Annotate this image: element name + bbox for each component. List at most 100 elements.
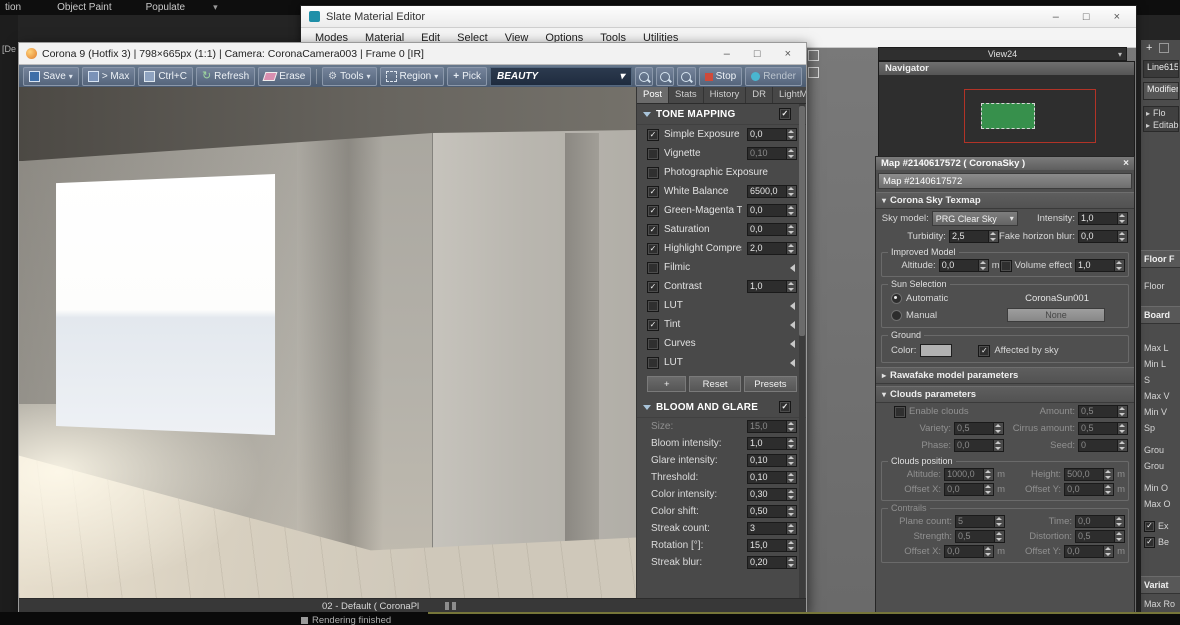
pick-button[interactable]: +Pick — [447, 67, 487, 86]
checkbox[interactable]: ✓ — [647, 186, 659, 198]
expand-left-icon[interactable] — [790, 321, 795, 329]
expand-icon[interactable]: ▸ — [1146, 121, 1150, 130]
expand-left-icon[interactable] — [790, 264, 795, 272]
spinner-arrows-icon[interactable] — [1104, 483, 1114, 496]
refresh-button[interactable]: ↻Refresh — [196, 67, 255, 86]
automatic-radio[interactable] — [891, 293, 902, 304]
checkbox[interactable]: ✓ — [647, 281, 659, 293]
spinner-arrows-icon[interactable] — [1104, 545, 1114, 558]
spinner-arrows-icon[interactable] — [787, 128, 797, 141]
spinner-arrows-icon[interactable] — [787, 471, 797, 484]
checkbox[interactable] — [647, 262, 659, 274]
spinner-arrows-icon[interactable] — [787, 223, 797, 236]
tab-stats[interactable]: Stats — [669, 87, 704, 103]
spinner-arrows-icon[interactable] — [787, 454, 797, 467]
spinner[interactable]: 0,5 — [1078, 422, 1128, 435]
spinner-arrows-icon[interactable] — [787, 556, 797, 569]
tab-dr[interactable]: DR — [746, 87, 773, 103]
spinner[interactable]: 0,0 — [939, 259, 989, 272]
slate-view-icon[interactable] — [808, 67, 819, 78]
spinner[interactable]: 1,0 — [1078, 212, 1128, 225]
spinner[interactable]: 2,0 — [747, 242, 797, 255]
spinner[interactable]: 0,0 — [944, 545, 994, 558]
erase-button[interactable]: Erase — [258, 67, 311, 86]
save-button[interactable]: Save▾ — [23, 67, 79, 86]
spinner[interactable]: 15,0 — [747, 420, 797, 433]
ground-color-swatch[interactable] — [920, 344, 952, 357]
spinner-arrows-icon[interactable] — [995, 515, 1005, 528]
render-viewport[interactable] — [19, 87, 636, 599]
spinner-arrows-icon[interactable] — [995, 530, 1005, 543]
spinner-arrows-icon[interactable] — [787, 539, 797, 552]
spinner[interactable]: 0,5 — [955, 530, 1005, 543]
tab-history[interactable]: History — [704, 87, 747, 103]
manual-radio[interactable] — [891, 310, 902, 321]
spinner[interactable]: 0,10 — [747, 454, 797, 467]
checkbox[interactable] — [647, 148, 659, 160]
rollout-clouds-parameters[interactable]: ▾ Clouds parameters — [876, 386, 1134, 403]
spinner-arrows-icon[interactable] — [787, 505, 797, 518]
spinner-arrows-icon[interactable] — [1118, 405, 1128, 418]
spinner-arrows-icon[interactable] — [1118, 212, 1128, 225]
checkbox[interactable]: ✓ — [647, 243, 659, 255]
tone-mapping-header[interactable]: TONE MAPPING ✓ — [637, 104, 806, 125]
spinner[interactable]: 0,0 — [954, 439, 1004, 452]
spinner-arrows-icon[interactable] — [1115, 515, 1125, 528]
navigator-header[interactable]: Navigator — [879, 62, 1134, 75]
expand-icon[interactable]: ▸ — [1146, 109, 1150, 118]
slate-title-bar[interactable]: Slate Material Editor – □ × — [301, 6, 1136, 28]
spinner-arrows-icon[interactable] — [787, 185, 797, 198]
spinner-arrows-icon[interactable] — [1118, 439, 1128, 452]
spinner-arrows-icon[interactable] — [787, 147, 797, 160]
spinner-arrows-icon[interactable] — [1104, 468, 1114, 481]
tab-post[interactable]: Post — [637, 87, 669, 103]
close-icon[interactable]: × — [1123, 158, 1129, 169]
close-button[interactable]: × — [785, 48, 791, 60]
map-panel-title-bar[interactable]: Map #2140617572 ( CoronaSky ) × — [876, 157, 1134, 170]
render-element-dropdown[interactable]: BEAUTY▾ — [490, 67, 632, 86]
spinner-arrows-icon[interactable] — [1115, 259, 1125, 272]
spinner[interactable]: 0,0 — [1064, 545, 1114, 558]
spinner-arrows-icon[interactable] — [979, 259, 989, 272]
add-operator-button[interactable]: + — [647, 376, 686, 392]
spinner[interactable]: 0,10 — [747, 471, 797, 484]
spinner-arrows-icon[interactable] — [787, 522, 797, 535]
maximize-button[interactable]: □ — [1083, 11, 1090, 23]
spinner[interactable]: 2,5 — [949, 230, 999, 243]
checkbox[interactable]: ✓ — [647, 205, 659, 217]
spinner[interactable]: 500,0 — [1064, 468, 1114, 481]
map-name-field[interactable]: Map #2140617572 — [878, 173, 1132, 189]
rollout-header[interactable]: Floor F — [1141, 250, 1180, 268]
navigator-node-thumbnail[interactable] — [981, 103, 1035, 129]
affected-by-sky-checkbox[interactable]: ✓ — [978, 345, 990, 357]
rollout-header[interactable]: Variat — [1141, 576, 1180, 594]
region-button[interactable]: Region▾ — [380, 67, 445, 86]
slate-view-dropdown[interactable]: View24 ▾ — [878, 47, 1127, 61]
sky-model-dropdown[interactable]: PRG Clear Sky▾ — [932, 211, 1018, 226]
spinner-arrows-icon[interactable] — [984, 483, 994, 496]
spinner[interactable]: 5 — [955, 515, 1005, 528]
spinner[interactable]: 0,0 — [747, 128, 797, 141]
ribbon-tab-object-paint[interactable]: Object Paint — [57, 2, 111, 13]
spinner-arrows-icon[interactable] — [989, 230, 999, 243]
enable-clouds-checkbox[interactable] — [894, 406, 906, 418]
ribbon-collapse-icon[interactable]: ▾ — [213, 2, 218, 13]
checkbox[interactable] — [647, 167, 659, 179]
add-panel-icon[interactable]: + — [1146, 42, 1152, 54]
checkbox[interactable] — [647, 357, 659, 369]
spinner-arrows-icon[interactable] — [787, 420, 797, 433]
spinner[interactable]: 0,0 — [747, 204, 797, 217]
spinner[interactable]: 1,0 — [747, 280, 797, 293]
spinner-arrows-icon[interactable] — [994, 439, 1004, 452]
expand-left-icon[interactable] — [790, 340, 795, 348]
bloom-glare-header[interactable]: BLOOM AND GLARE ✓ — [637, 397, 806, 418]
section-checkbox[interactable]: ✓ — [779, 108, 791, 120]
ribbon-tab-selection[interactable]: tion — [5, 2, 21, 13]
vfb-title-bar[interactable]: Corona 9 (Hotfix 3) | 798×665px (1:1) | … — [19, 43, 806, 65]
checkbox[interactable]: ✓ — [1144, 521, 1155, 532]
stack-item[interactable]: ▸ Flo — [1144, 107, 1178, 119]
modifier-list-dropdown[interactable]: Modifier Lis — [1143, 82, 1179, 100]
rollout-corona-sky-texmap[interactable]: ▾ Corona Sky Texmap — [876, 192, 1134, 209]
spinner-arrows-icon[interactable] — [787, 280, 797, 293]
spinner[interactable]: 0,50 — [747, 505, 797, 518]
